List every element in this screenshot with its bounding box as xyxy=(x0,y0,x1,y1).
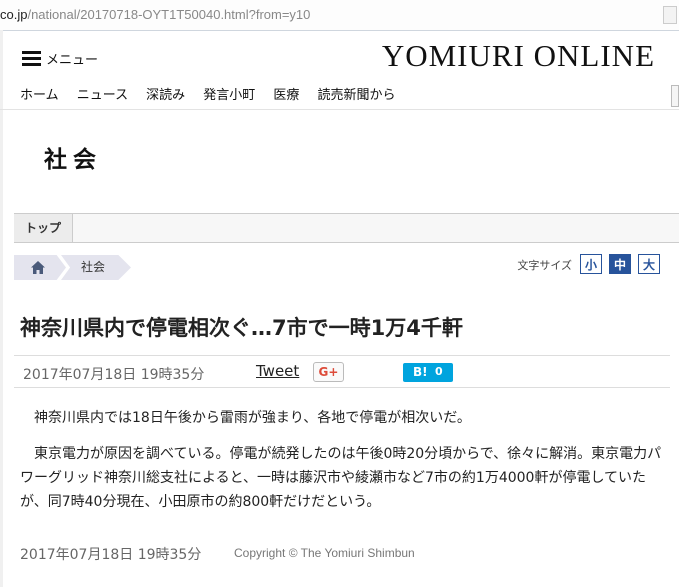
copyright: Copyright © The Yomiuri Shimbun xyxy=(234,546,415,560)
article-headline: 神奈川県内で停電相次ぐ…7市で一時1万4千軒 xyxy=(20,316,463,340)
hatena-icon: B! xyxy=(413,365,428,379)
global-nav: ホーム ニュース 深読み 発言小町 医療 読売新聞から xyxy=(20,84,409,104)
font-size-medium-button[interactable]: 中 xyxy=(609,254,631,274)
breadcrumb-home[interactable] xyxy=(14,255,66,280)
page-edge xyxy=(0,30,3,587)
tab-top[interactable]: トップ xyxy=(14,214,73,242)
address-bar[interactable]: co.jp/national/20170718-OYT1T50040.html?… xyxy=(0,0,679,31)
section-tabbar: トップ xyxy=(14,213,679,243)
url-text[interactable]: co.jp/national/20170718-OYT1T50040.html?… xyxy=(0,7,310,22)
article-date: 2017年07月18日 19時35分 xyxy=(23,367,205,383)
article-body: 神奈川県内では18日午後から雷雨が強まり、各地で停電が相次いだ。 東京電力が原因… xyxy=(20,406,665,526)
share-divider-top xyxy=(14,355,670,356)
nav-home[interactable]: ホーム xyxy=(20,88,59,103)
nav-fukayomi[interactable]: 深読み xyxy=(146,88,185,103)
site-logo[interactable]: YOMIURI ONLINE xyxy=(382,38,655,74)
font-size-small-button[interactable]: 小 xyxy=(580,254,602,274)
nav-medical[interactable]: 医療 xyxy=(273,88,299,103)
tweet-button[interactable]: Tweet xyxy=(256,362,299,380)
section-title: 社会 xyxy=(44,147,102,173)
nav-newspaper[interactable]: 読売新聞から xyxy=(318,88,396,103)
home-icon xyxy=(31,261,45,274)
nav-komachi[interactable]: 発言小町 xyxy=(203,88,255,103)
menu-label: メニュー xyxy=(46,53,99,68)
hamburger-icon xyxy=(22,51,41,67)
nav-news[interactable]: ニュース xyxy=(77,88,128,103)
font-size-label: 文字サイズ xyxy=(517,259,572,272)
breadcrumb-section[interactable]: 社会 xyxy=(61,255,131,280)
hatena-count: 0 xyxy=(435,365,443,378)
share-divider-bottom xyxy=(14,387,670,388)
hatena-bookmark-button[interactable]: B! 0 xyxy=(403,363,453,382)
article-paragraph: 東京電力が原因を調べている。停電が続発したのは午後0時20分頃からで、徐々に解消… xyxy=(20,446,662,510)
nav-divider xyxy=(0,109,679,110)
article-paragraph: 神奈川県内では18日午後から雷雨が強まり、各地で停電が相次いだ。 xyxy=(34,410,471,426)
scrollbar[interactable] xyxy=(663,6,677,24)
google-plus-button[interactable]: G+ xyxy=(313,362,344,382)
nav-scroll-handle[interactable] xyxy=(671,85,679,107)
url-host: co.jp xyxy=(0,7,28,22)
article-footer-date: 2017年07月18日 19時35分 xyxy=(20,547,202,563)
font-size-large-button[interactable]: 大 xyxy=(638,254,660,274)
url-path: /national/20170718-OYT1T50040.html?from=… xyxy=(27,7,311,22)
